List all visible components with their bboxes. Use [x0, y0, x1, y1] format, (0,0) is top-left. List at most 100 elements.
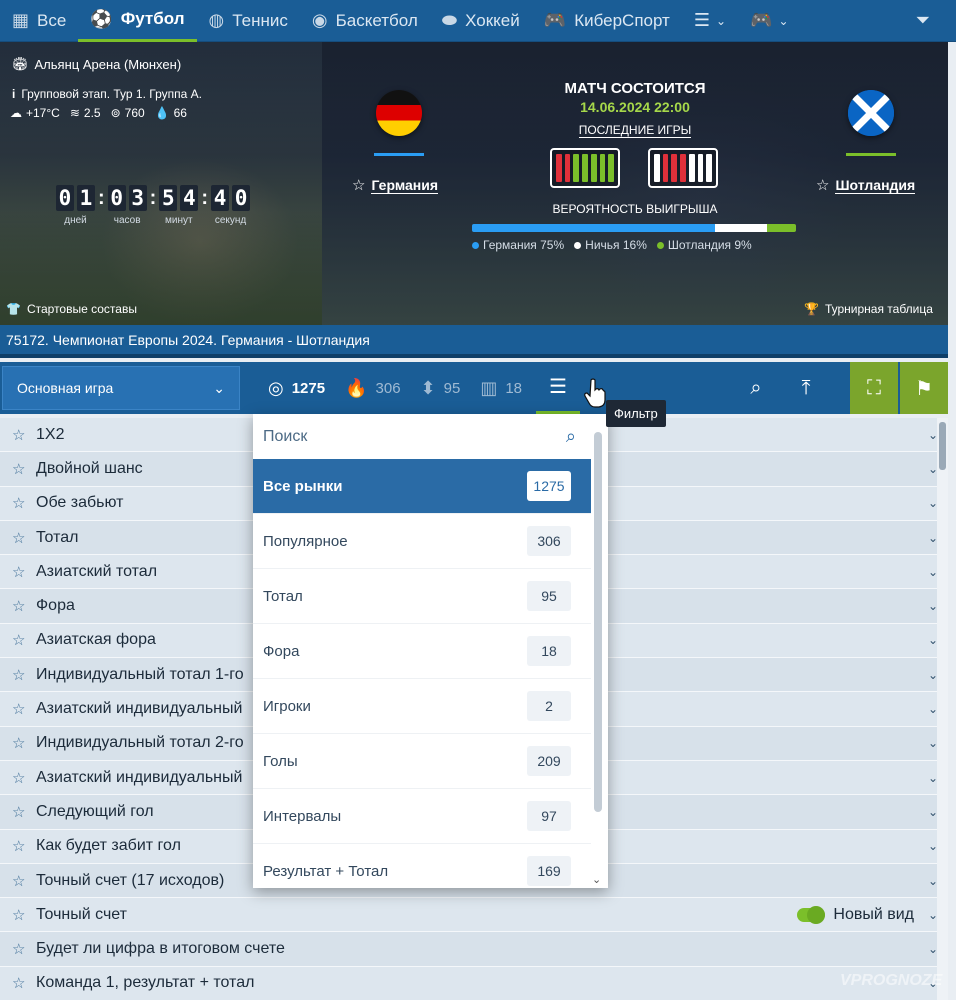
tab-all[interactable]: ▦ Все: [0, 0, 78, 42]
star-icon[interactable]: ☆: [12, 803, 36, 821]
team2-form[interactable]: [648, 148, 718, 188]
dropdown-scrollbar[interactable]: ⌄: [592, 432, 603, 886]
dropdown-item[interactable]: Результат + Тотал 169: [253, 844, 591, 888]
tab-tennis-label: Теннис: [232, 10, 288, 30]
filter-list-button[interactable]: ☰: [536, 362, 581, 414]
search-icon: ⌕: [750, 376, 762, 399]
tab-all-label: Все: [37, 10, 67, 30]
chevron-down-icon[interactable]: ⌄: [592, 873, 601, 886]
shirt-icon: 👕: [6, 302, 21, 316]
dropdown-item[interactable]: Популярное 306: [253, 514, 591, 569]
tab-hockey-label: Хоккей: [465, 10, 520, 30]
tab-handicap[interactable]: ▥ 18: [470, 362, 532, 414]
game-select-value: Основная игра: [17, 380, 114, 396]
star-icon[interactable]: ☆: [12, 734, 36, 752]
filter-tooltip: Фильтр: [606, 400, 666, 427]
dropdown-item[interactable]: Все рынки 1275: [253, 459, 591, 514]
more-sports-menu[interactable]: ☰ ⌄: [682, 10, 738, 31]
dropdown-item[interactable]: Интервалы 97: [253, 789, 591, 844]
star-icon[interactable]: ☆: [12, 666, 36, 684]
collapse-button[interactable]: ⤒: [782, 362, 830, 414]
dropdown-search-input[interactable]: Поиск: [263, 428, 307, 446]
stats-button[interactable]: ⛶: [848, 362, 898, 414]
tab-football[interactable]: ⚽ Футбол: [78, 0, 197, 42]
field-view-button[interactable]: ⚑: [898, 362, 948, 414]
germany-flag-icon: [376, 90, 422, 136]
dropdown-item[interactable]: Тотал 95: [253, 569, 591, 624]
dropdown-item-count: 1275: [527, 471, 571, 501]
toggle-switch[interactable]: [797, 905, 826, 924]
star-icon[interactable]: ☆: [12, 906, 36, 924]
team1[interactable]: ☆ Германия: [352, 176, 439, 194]
match-datetime: 14.06.2024 22:00: [580, 99, 690, 115]
star-icon[interactable]: ☆: [352, 176, 365, 194]
win-probability-legend: Германия 75% Ничья 16% Шотландия 9%: [472, 238, 802, 252]
collapse-up-icon: ⤒: [801, 376, 811, 399]
market-label: Команда 1, результат + тотал: [36, 974, 255, 992]
tab-basketball[interactable]: ◉ Баскетбол: [300, 0, 430, 42]
dropdown-item-label: Интервалы: [263, 807, 342, 825]
game-select[interactable]: Основная игра ⌄: [2, 366, 240, 410]
last-games-link[interactable]: ПОСЛЕДНИЕ ИГРЫ: [578, 123, 692, 138]
star-icon[interactable]: ☆: [12, 460, 36, 478]
star-icon[interactable]: ☆: [12, 837, 36, 855]
dot-icon: [472, 241, 479, 249]
dropdown-item-label: Тотал: [263, 587, 303, 605]
star-icon[interactable]: ☆: [12, 872, 36, 890]
team2-name: Шотландия: [835, 176, 916, 194]
wind-icon: ≋: [69, 106, 80, 120]
star-icon[interactable]: ☆: [12, 563, 36, 581]
market-row[interactable]: ☆ Точный счет Новый вид ⌄: [0, 898, 948, 933]
market-row[interactable]: ☆ Будет ли цифра в итоговом счете ⌄: [0, 932, 948, 967]
pitch-icon: ⚑: [915, 377, 933, 400]
lineups-link[interactable]: 👕 Стартовые составы: [6, 302, 137, 316]
market-row[interactable]: ☆ Команда 1, результат + тотал ⌄: [0, 966, 948, 1000]
droplet-icon: 💧: [154, 106, 170, 120]
star-icon[interactable]: ☆: [12, 529, 36, 547]
tab-all-markets[interactable]: ◎ 1275: [258, 362, 335, 414]
team1-form[interactable]: [550, 148, 620, 188]
star-icon[interactable]: ☆: [12, 974, 36, 992]
dropdown-item[interactable]: Голы 209: [253, 734, 591, 789]
star-icon[interactable]: ☆: [12, 631, 36, 649]
tab-esports[interactable]: 🎮 КиберСпорт: [532, 0, 682, 42]
new-view-toggle[interactable]: Новый вид: [797, 905, 914, 924]
venue: 🏟 Альянц Арена (Мюнхен): [12, 56, 181, 72]
star-icon[interactable]: ☆: [12, 700, 36, 718]
tab-total[interactable]: ⬍ 95: [411, 362, 471, 414]
star-icon[interactable]: ☆: [816, 176, 829, 194]
hockey-puck-icon: ⬬: [441, 10, 458, 30]
team2[interactable]: ☆ Шотландия: [816, 176, 916, 194]
star-icon[interactable]: ☆: [12, 597, 36, 615]
countdown-minutes: 54: [159, 185, 199, 211]
temperature: +17°C: [26, 106, 60, 120]
dropdown-search[interactable]: Поиск ⌕: [253, 414, 608, 459]
chevron-down-icon: ⌄: [778, 13, 789, 28]
star-icon[interactable]: ☆: [12, 769, 36, 787]
tab-esports-label: КиберСпорт: [574, 10, 670, 30]
dropdown-item[interactable]: Игроки 2: [253, 679, 591, 734]
sport-filter-button[interactable]: ⏷: [904, 10, 956, 31]
match-status: МАТЧ СОСТОИТСЯ: [564, 80, 706, 97]
star-icon[interactable]: ☆: [12, 494, 36, 512]
tab-hockey[interactable]: ⬬ Хоккей: [430, 0, 532, 42]
games-menu[interactable]: 🎮 ⌄: [738, 10, 800, 31]
watermark-logo: VPROGNOZE: [840, 972, 943, 989]
tab-popular[interactable]: 🔥 306: [335, 362, 410, 414]
list-icon: ☰: [693, 10, 710, 30]
markets-scrollbar[interactable]: [937, 418, 948, 1000]
target-icon: ◎: [268, 377, 284, 398]
countdown: 01 дней : 03 часов : 54 минут : 40 секун…: [56, 185, 251, 226]
dropdown-item-label: Игроки: [263, 697, 311, 715]
star-icon[interactable]: ☆: [12, 940, 36, 958]
standings-link[interactable]: 🏆 Турнирная таблица: [804, 302, 933, 316]
search-button[interactable]: ⌕: [732, 362, 780, 414]
dropdown-item-count: 18: [527, 636, 571, 666]
dropdown-item[interactable]: Фора 18: [253, 624, 591, 679]
bars-icon: ▥: [480, 377, 498, 398]
dropdown-item-label: Все рынки: [263, 477, 343, 495]
match-hero: 🏟 Альянц Арена (Мюнхен) i Групповой этап…: [0, 42, 948, 325]
dropdown-item-label: Фора: [263, 642, 300, 660]
tab-tennis[interactable]: ◍ Теннис: [197, 0, 300, 42]
star-icon[interactable]: ☆: [12, 426, 36, 444]
